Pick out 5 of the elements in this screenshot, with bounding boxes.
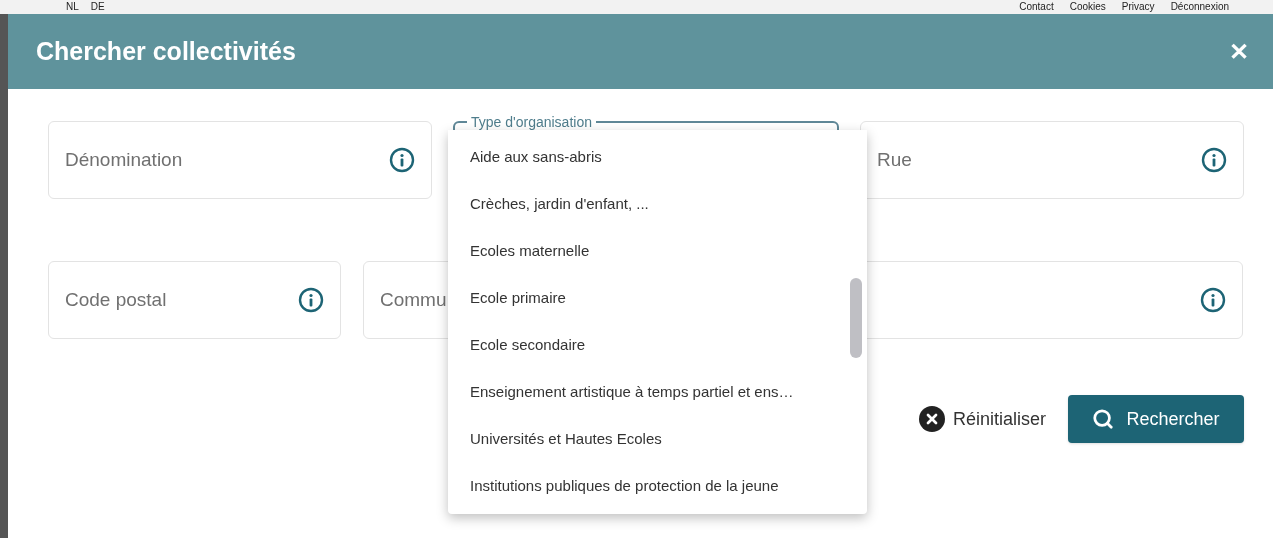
field-placeholder: Dénomination — [65, 148, 183, 170]
field-placeholder: Code postal — [65, 288, 167, 310]
field-placeholder: Rue — [877, 148, 912, 170]
dialog-title: Chercher collectivités — [36, 35, 296, 67]
field-placeholder: Commu — [380, 288, 447, 310]
